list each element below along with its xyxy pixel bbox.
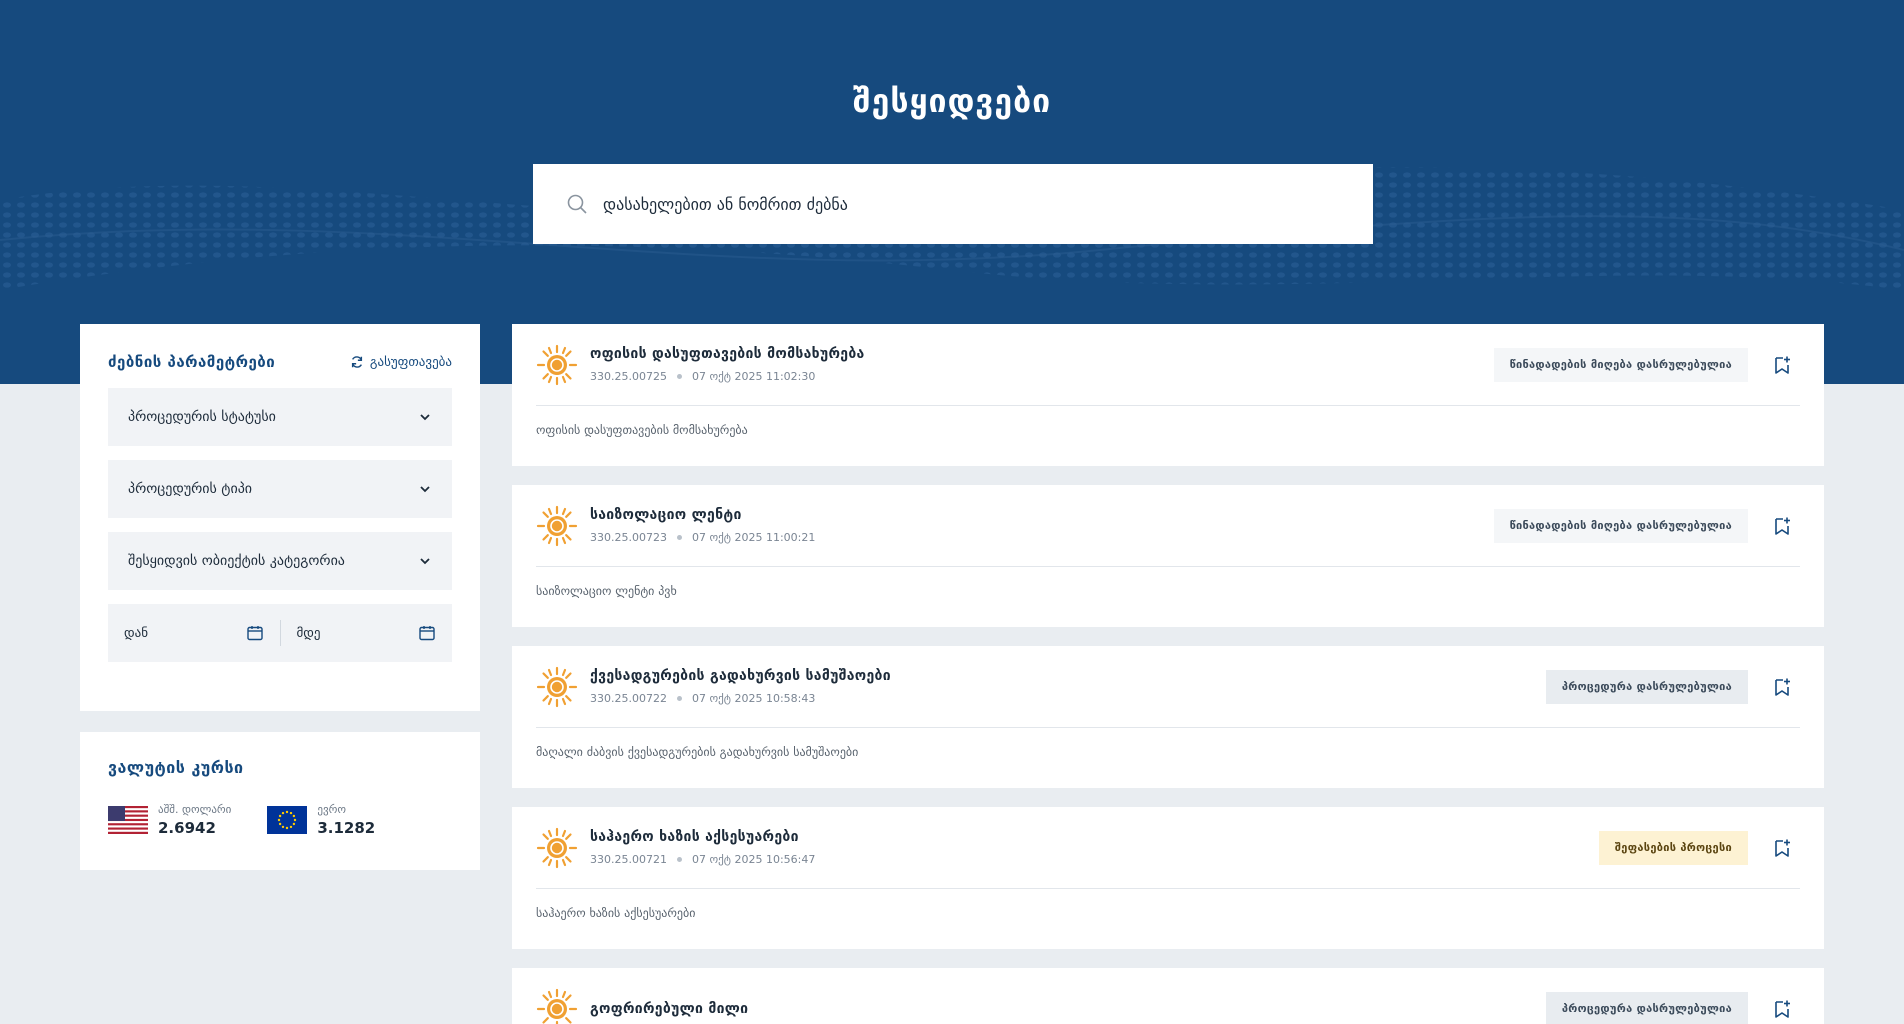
date-to-label: მდე	[296, 625, 321, 641]
procurement-title[interactable]: გოფრირებული მილი	[590, 1001, 1546, 1017]
eu-flag-icon	[267, 806, 308, 834]
procedure-status-select[interactable]: პროცედურის სტატუსი	[108, 388, 452, 446]
procurement-date: 07 ოქტ 2025 10:56:47	[691, 853, 816, 866]
meta-separator-dot	[676, 696, 682, 701]
status-badge: წინადადების მიღება დასრულებულია	[1493, 347, 1748, 382]
status-badge: წინადადების მიღება დასრულებულია	[1493, 508, 1748, 543]
meta-separator-dot	[676, 857, 682, 862]
sun-logo-icon	[536, 666, 578, 707]
procedure-type-select[interactable]: პროცედურის ტიპი	[108, 460, 452, 518]
procurement-date: 07 ოქტ 2025 10:58:43	[691, 692, 816, 705]
procurement-code: 330.25.00723	[590, 531, 667, 544]
search-filters-panel: ძებნის პარამეტრები გასუფთავება პროცედური…	[80, 324, 480, 711]
procurement-card[interactable]: გოფრირებული მილი პროცედურა დასრულებულია	[512, 968, 1824, 1024]
sun-logo-icon	[536, 344, 578, 385]
select-label: პროცედურის სტატუსი	[128, 409, 276, 425]
procurement-title[interactable]: ოფისის დასუფთავების მომსახურება	[590, 346, 1494, 362]
refresh-icon	[351, 356, 362, 368]
procurement-card[interactable]: ქვესადგურების გადახურვის სამუშაოები 330.…	[512, 646, 1824, 788]
date-from-label: დან	[124, 625, 149, 641]
currency-rates-panel: ვალუტის კურსი აშშ. დოლარი 2.6942 ევრო 3.…	[80, 732, 480, 870]
procurement-title[interactable]: ქვესადგურების გადახურვის სამუშაოები	[590, 668, 1546, 684]
currency-title: ვალუტის კურსი	[108, 758, 244, 777]
sun-logo-icon	[536, 505, 578, 546]
date-range: დან მდე	[108, 604, 452, 662]
procurement-description: ოფისის დასუფთავების მომსახურება	[536, 423, 748, 437]
filters-title: ძებნის პარამეტრები	[108, 353, 276, 371]
chevron-down-icon	[420, 414, 430, 421]
procurement-title[interactable]: საჰაერო ხაზის აქსესუარები	[590, 829, 1599, 845]
rate-eur: ევრო 3.1282	[267, 803, 375, 837]
status-badge: პროცედურა დასრულებულია	[1545, 669, 1748, 704]
us-flag-icon	[108, 806, 148, 834]
search-icon	[567, 194, 587, 214]
select-label: პროცედურის ტიპი	[128, 481, 253, 497]
chevron-down-icon	[420, 558, 430, 565]
bookmark-add-icon[interactable]	[1772, 355, 1792, 375]
procurement-code: 330.25.00725	[590, 370, 667, 383]
calendar-icon	[246, 626, 263, 641]
procurement-card[interactable]: საიზოლაციო ლენტი 330.25.00723 07 ოქტ 202…	[512, 485, 1824, 627]
procurement-description: მაღალი ძაბვის ქვესადგურების გადახურვის ს…	[536, 745, 859, 759]
meta-separator-dot	[676, 374, 682, 379]
bookmark-add-icon[interactable]	[1772, 677, 1792, 697]
date-to-field[interactable]: მდე	[281, 604, 453, 662]
rate-value: 2.6942	[158, 819, 216, 837]
meta-separator-dot	[676, 535, 682, 540]
page-title: შესყიდვები	[852, 82, 1052, 120]
search-box[interactable]	[533, 164, 1373, 244]
rate-usd: აშშ. დოლარი 2.6942	[108, 803, 231, 837]
rate-value: 3.1282	[317, 819, 376, 837]
procurement-title[interactable]: საიზოლაციო ლენტი	[590, 507, 1494, 523]
procurement-card[interactable]: საჰაერო ხაზის აქსესუარები 330.25.00721 0…	[512, 807, 1824, 949]
sun-logo-icon	[536, 988, 578, 1024]
reset-filters-label: გასუფთავება	[369, 354, 452, 370]
procurement-date: 07 ოქტ 2025 11:02:30	[691, 370, 816, 383]
status-badge: შეფასების პროცესი	[1598, 830, 1748, 865]
bookmark-add-icon[interactable]	[1772, 999, 1792, 1019]
procurement-description: საჰაერო ხაზის აქსესუარები	[536, 906, 696, 920]
procurement-code: 330.25.00721	[590, 853, 667, 866]
bookmark-add-icon[interactable]	[1772, 516, 1792, 536]
select-label: შესყიდვის ობიექტის კატეგორია	[128, 553, 345, 569]
date-from-field[interactable]: დან	[108, 604, 280, 662]
procurement-code: 330.25.00722	[590, 692, 667, 705]
sun-logo-icon	[536, 827, 578, 868]
bookmark-add-icon[interactable]	[1772, 838, 1792, 858]
procurement-date: 07 ოქტ 2025 11:00:21	[691, 531, 816, 544]
status-badge: პროცედურა დასრულებულია	[1545, 991, 1748, 1024]
rate-name: აშშ. დოლარი	[158, 803, 232, 816]
calendar-icon	[419, 626, 435, 641]
object-category-select[interactable]: შესყიდვის ობიექტის კატეგორია	[108, 532, 452, 590]
rate-name: ევრო	[317, 803, 346, 816]
procurement-card[interactable]: ოფისის დასუფთავების მომსახურება 330.25.0…	[512, 324, 1824, 466]
search-input[interactable]	[603, 194, 1363, 214]
chevron-down-icon	[420, 486, 430, 493]
reset-filters-button[interactable]: გასუფთავება	[350, 355, 452, 370]
procurement-description: საიზოლაციო ლენტი პვხ	[536, 584, 677, 598]
